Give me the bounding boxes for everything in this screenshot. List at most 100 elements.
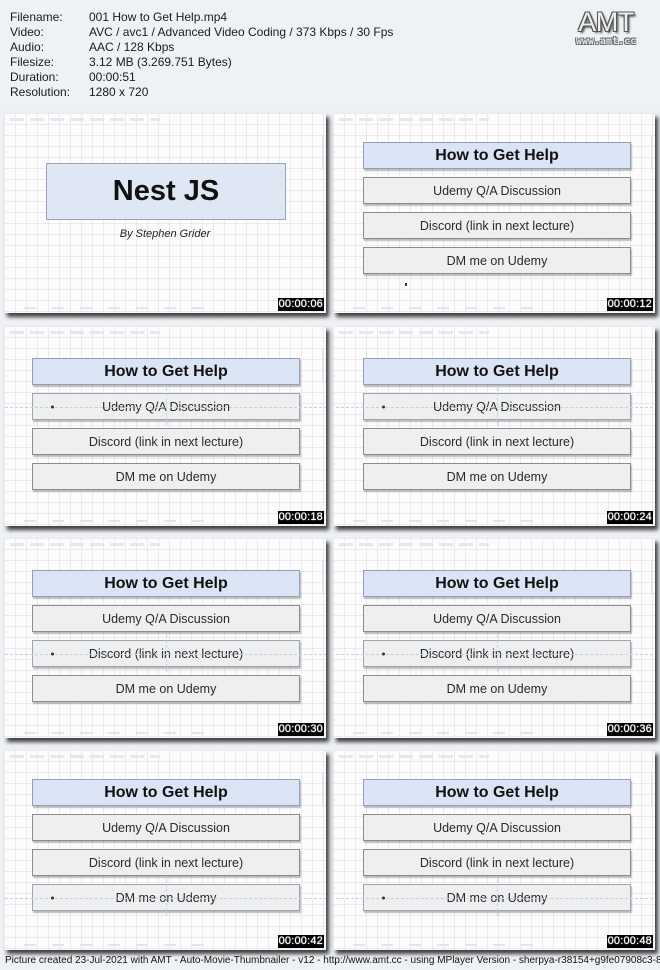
slide-scrollbar [322, 560, 324, 595]
help-diagram: How to Get Help Udemy Q/A Discussion Disco… [336, 779, 655, 919]
metadata-key: Duration: [10, 70, 59, 84]
slide-app-toolbar [10, 755, 160, 758]
help-option-box: DM me on Udemy [32, 675, 300, 702]
mouse-cursor-icon [382, 652, 385, 655]
mouse-cursor-icon [51, 652, 54, 655]
mouse-cursor-icon [382, 405, 385, 408]
help-option-label: Discord (link in next lecture) [419, 646, 575, 661]
help-option-box: Discord (link in next lecture) [363, 849, 631, 876]
slide-status-bar [353, 732, 533, 734]
slide-scrollbar [651, 772, 653, 807]
slide-scrollbar [322, 135, 324, 170]
help-option-box: DM me on Udemy [336, 879, 655, 916]
frame-timestamp: 00:00:30 [277, 723, 324, 736]
help-option-label: Discord (link in next lecture) [419, 855, 575, 870]
help-option-box: Discord (link in next lecture) [363, 428, 631, 455]
help-option-label: Udemy Q/A Discussion [102, 820, 230, 835]
metadata-value: AVC / avc1 / Advanced Video Coding / 373… [89, 25, 394, 39]
slide-app-toolbar [339, 331, 489, 334]
help-option-label: Discord (link in next lecture) [419, 218, 575, 233]
help-option-box: Udemy Q/A Discussion [32, 605, 300, 632]
slide-scrollbar [651, 135, 653, 170]
help-diagram: How to Get Help Udemy Q/A Discussion Disco… [5, 779, 326, 919]
mouse-cursor-icon [405, 283, 407, 286]
video-thumbnail: Nest JS By Stephen Grider 00:00:06 [4, 113, 326, 313]
metadata-row-filesize: Filesize: 3.12 MB (3.269.751 Bytes) [10, 55, 393, 70]
slide-status-bar [24, 307, 204, 309]
help-option-label: Udemy Q/A Discussion [433, 183, 561, 198]
slide-status-bar [353, 520, 533, 522]
help-option-label: Discord (link in next lecture) [88, 855, 244, 870]
slide-status-bar [353, 944, 533, 946]
video-thumbnail: How to Get Help Udemy Q/A Discussion Disco… [4, 750, 326, 950]
frame-timestamp: 00:00:36 [606, 723, 653, 736]
slide-scrollbar [651, 560, 653, 595]
mouse-cursor-icon [51, 896, 54, 899]
help-option-label: Discord (link in next lecture) [419, 434, 575, 449]
file-metadata: Filename: 001 How to Get Help.mp4 Video:… [10, 10, 393, 100]
help-heading: How to Get Help [32, 779, 300, 806]
help-heading: How to Get Help [32, 358, 300, 385]
help-option-box: Udemy Q/A Discussion [5, 388, 326, 425]
slide-app-toolbar [10, 118, 160, 121]
help-option-box: Udemy Q/A Discussion [363, 177, 631, 204]
help-diagram: How to Get Help Udemy Q/A Discussion Disco… [5, 358, 326, 498]
help-option-box: Discord (link in next lecture) [32, 849, 300, 876]
help-option-box: DM me on Udemy [363, 675, 631, 702]
frame-timestamp: 00:00:48 [606, 935, 653, 948]
help-diagram: How to Get Help Udemy Q/A Discussion Disco… [336, 570, 655, 710]
help-option-box: Udemy Q/A Discussion [336, 388, 655, 425]
help-option-label: DM me on Udemy [115, 890, 217, 905]
help-heading: How to Get Help [363, 358, 631, 385]
frame-timestamp: 00:00:42 [277, 935, 324, 948]
metadata-row-video: Video: AVC / avc1 / Advanced Video Codin… [10, 25, 393, 40]
slide-app-toolbar [339, 543, 489, 546]
metadata-key: Audio: [10, 40, 45, 54]
slide-app-toolbar [339, 118, 489, 121]
slide-status-bar [24, 520, 204, 522]
help-option-label: Discord (link in next lecture) [88, 434, 244, 449]
slide-app-toolbar [10, 331, 160, 334]
help-diagram: How to Get Help Udemy Q/A Discussion Disco… [336, 358, 655, 498]
metadata-value: 1280 x 720 [89, 85, 149, 99]
metadata-key: Filename: [10, 10, 63, 24]
help-option-box: DM me on Udemy [32, 463, 300, 490]
slide-scrollbar [322, 348, 324, 383]
help-heading: How to Get Help [32, 570, 300, 597]
metadata-row-duration: Duration: 00:00:51 [10, 70, 393, 85]
help-option-label: Udemy Q/A Discussion [102, 399, 230, 414]
amt-logo: AMT www.amt.cc [566, 8, 646, 48]
metadata-key: Resolution: [10, 85, 71, 99]
logo-title: AMT [578, 7, 634, 37]
metadata-value: AAC / 128 Kbps [89, 40, 175, 54]
slide-scrollbar [322, 772, 324, 807]
help-option-box: Discord (link in next lecture) [5, 635, 326, 672]
help-option-label: DM me on Udemy [446, 681, 548, 696]
slide-subtitle: By Stephen Grider [119, 228, 211, 240]
help-option-box: Udemy Q/A Discussion [32, 814, 300, 841]
help-option-label: Udemy Q/A Discussion [102, 611, 230, 626]
help-option-label: DM me on Udemy [446, 253, 548, 268]
help-option-label: DM me on Udemy [115, 681, 217, 696]
help-heading: How to Get Help [363, 779, 631, 806]
video-thumbnail: How to Get Help Udemy Q/A Discussion Disco… [333, 538, 655, 738]
help-option-label: DM me on Udemy [446, 469, 548, 484]
help-option-label: Discord (link in next lecture) [88, 646, 244, 661]
help-option-label: DM me on Udemy [115, 469, 217, 484]
mouse-cursor-icon [382, 896, 385, 899]
help-option-label: Udemy Q/A Discussion [433, 820, 561, 835]
metadata-value: 001 How to Get Help.mp4 [89, 10, 228, 24]
help-option-box: Discord (link in next lecture) [336, 635, 655, 672]
help-option-box: DM me on Udemy [363, 247, 631, 274]
slide-app-toolbar [339, 755, 489, 758]
slide-status-bar [24, 944, 204, 946]
mouse-cursor-icon [51, 405, 54, 408]
logo-url: www.amt.cc [575, 36, 637, 47]
metadata-key: Filesize: [10, 55, 55, 69]
metadata-row-audio: Audio: AAC / 128 Kbps [10, 40, 393, 55]
help-option-box: DM me on Udemy [5, 879, 326, 916]
video-thumbnail: How to Get Help Udemy Q/A Discussion Disco… [4, 326, 326, 526]
help-option-label: Udemy Q/A Discussion [433, 611, 561, 626]
help-option-box: Discord (link in next lecture) [32, 428, 300, 455]
help-diagram: How to Get Help Udemy Q/A Discussion Disco… [5, 570, 326, 710]
